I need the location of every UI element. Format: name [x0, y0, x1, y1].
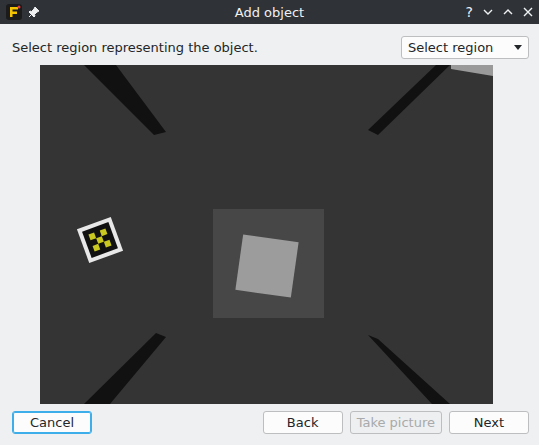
add-object-dialog: Add object? Select region representing th…: [0, 0, 539, 445]
window-title: Add object: [132, 5, 407, 20]
region-dropdown[interactable]: Select region: [401, 36, 529, 59]
instruction-label: Select region representing the object.: [12, 40, 258, 55]
maximize-icon[interactable]: [503, 7, 513, 17]
minimize-icon[interactable]: [483, 7, 493, 17]
dialog-button[interactable]: Cancel: [12, 411, 92, 434]
app-logo-icon: [6, 4, 22, 20]
help-button[interactable]: ?: [466, 5, 473, 19]
camera-image[interactable]: [40, 65, 493, 404]
title-bar: Add object?: [0, 0, 539, 24]
close-icon[interactable]: [523, 7, 533, 17]
dropdown-arrow-icon: [514, 45, 522, 50]
dialog-button[interactable]: Back: [263, 411, 343, 434]
dialog-button[interactable]: Next: [449, 411, 529, 434]
pin-icon[interactable]: [28, 6, 40, 18]
dialog-button: Take picture: [350, 411, 442, 434]
